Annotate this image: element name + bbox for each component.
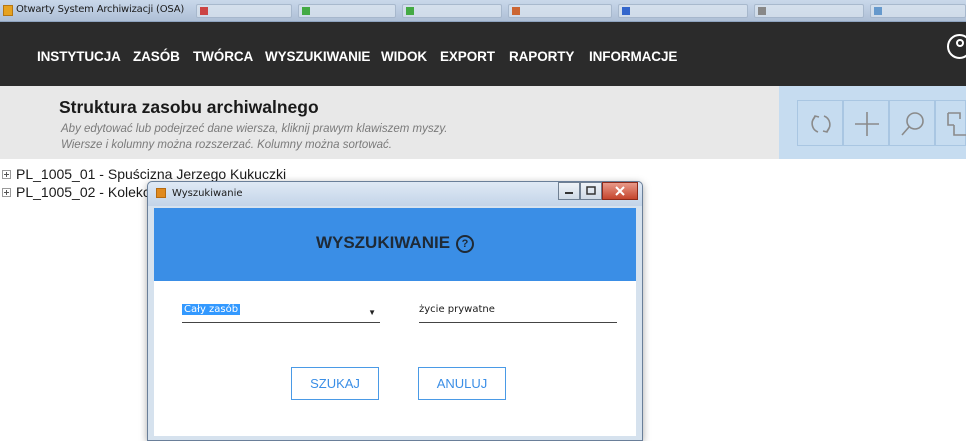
menu-wyszukiwanie[interactable]: WYSZUKIWANIE [265,49,370,64]
add-icon [855,112,879,136]
tree-item-label: PL_1005_02 - Kolekc [16,184,150,200]
taskbar-tab[interactable] [870,4,966,18]
scope-select[interactable]: Cały zasób ▼ [182,302,380,323]
maximize-button[interactable] [580,182,602,200]
taskbar-tab[interactable] [196,4,292,18]
search-button[interactable] [889,100,935,146]
refresh-button[interactable] [797,100,843,146]
dialog-title-bar[interactable]: Wyszukiwanie [148,182,642,206]
menu-instytucja[interactable]: INSTYTUCJA [37,49,121,64]
dropdown-arrow-icon[interactable]: ▼ [368,308,376,317]
user-account-icon[interactable] [947,34,966,59]
dialog-banner: WYSZUKIWANIE? [154,208,636,281]
search-submit-button[interactable]: SZUKAJ [291,367,379,400]
menu-export[interactable]: EXPORT [440,49,495,64]
maximize-icon [586,186,596,195]
search-dialog: Wyszukiwanie WYSZUKIWANIE? Cały zasób ▼ … [147,181,643,441]
main-menu-bar: INSTYTUCJA ZASÓB TWÓRCA WYSZUKIWANIE WID… [0,22,966,86]
expand-icon[interactable] [2,188,11,197]
menu-zasob[interactable]: ZASÓB [133,49,180,64]
minimize-icon [565,192,573,194]
help-icon[interactable]: ? [456,235,475,253]
dialog-heading-text: WYSZUKIWANIE [315,233,451,252]
dialog-body: WYSZUKIWANIE? Cały zasób ▼ życie prywatn… [154,208,636,436]
dialog-title: Wyszukiwanie [172,188,243,199]
page-subtitle-line1: Aby edytować lub podejrzeć dane wiersza,… [61,123,448,135]
page-title: Struktura zasobu archiwalnego [59,97,319,117]
search-input[interactable]: życie prywatne [419,302,617,323]
scope-selected-value: Cały zasób [182,304,241,315]
close-button[interactable] [602,182,638,200]
taskbar-tab[interactable] [298,4,396,18]
export-icon [947,112,966,136]
taskbar-tab[interactable] [402,4,502,18]
os-title-bar: Otwarty System Archiwizacji (OSA) [0,0,966,22]
tree-item[interactable]: PL_1005_02 - Kolekc [2,184,150,200]
expand-icon[interactable] [2,170,11,179]
app-icon [3,5,13,16]
add-button[interactable] [843,100,889,146]
search-icon [901,112,924,136]
dialog-app-icon [156,188,166,198]
refresh-icon [811,115,831,133]
menu-informacje[interactable]: INFORMACJE [589,49,677,64]
menu-tworca[interactable]: TWÓRCA [193,49,253,64]
minimize-button[interactable] [558,182,580,200]
page-subtitle-line2: Wiersze i kolumny można rozszerzać. Kolu… [61,139,392,151]
export-button[interactable] [935,100,966,146]
search-input-value: życie prywatne [419,304,495,315]
cancel-button[interactable]: ANULUJ [418,367,506,400]
page-header: Struktura zasobu archiwalnego Aby edytow… [0,86,966,159]
menu-raporty[interactable]: RAPORTY [509,49,574,64]
header-toolbar [779,86,966,159]
dialog-heading: WYSZUKIWANIE? [154,233,636,253]
tree-item-label: PL_1005_01 - Spuścizna Jerzego Kukuczki [16,166,287,182]
menu-widok[interactable]: WIDOK [381,49,427,64]
taskbar-tab[interactable] [754,4,864,18]
tree-item[interactable]: PL_1005_01 - Spuścizna Jerzego Kukuczki [2,166,286,182]
taskbar-tab[interactable] [618,4,748,18]
close-icon [615,186,625,196]
os-window-title: Otwarty System Archiwizacji (OSA) [16,4,185,15]
taskbar-tab[interactable] [508,4,612,18]
